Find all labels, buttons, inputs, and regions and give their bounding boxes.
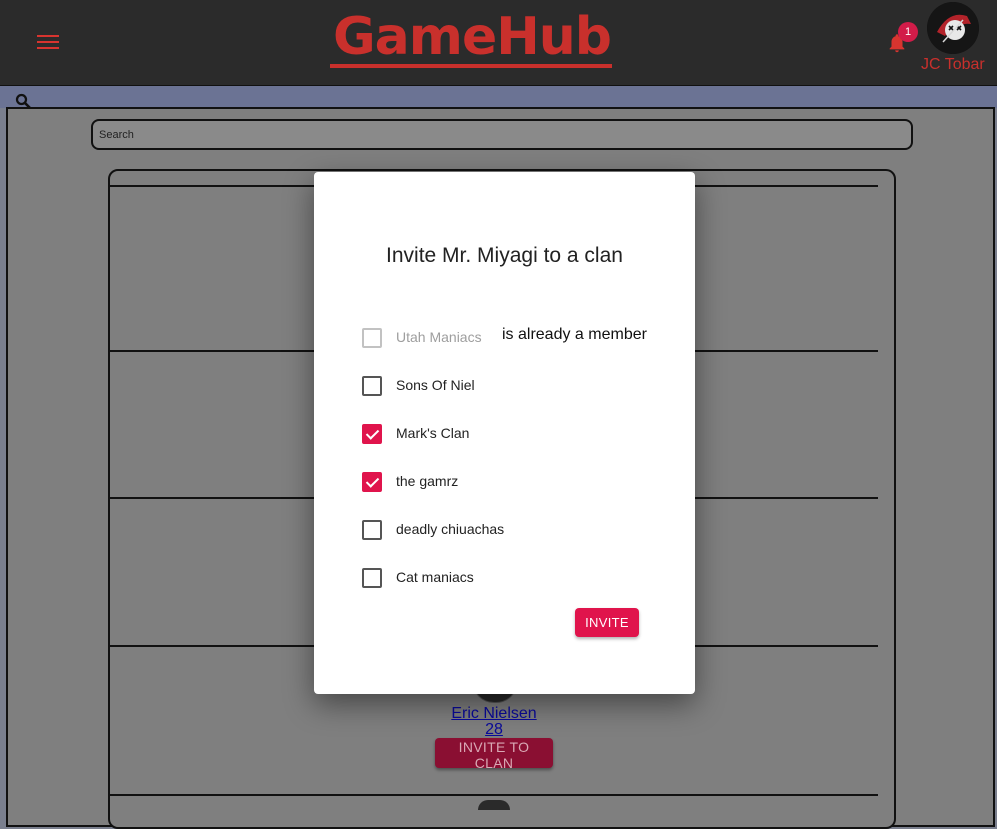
checkbox[interactable]: [362, 424, 382, 444]
invite-dialog: Invite Mr. Miyagi to a clan Utah Maniacs…: [314, 172, 695, 694]
member-note: is already a member: [502, 326, 647, 343]
avatar-image: [927, 2, 979, 54]
checkbox: [362, 328, 382, 348]
clan-option-label: Mark's Clan: [396, 425, 470, 441]
search-bar-strip: [0, 86, 997, 108]
user-avatar: [478, 800, 510, 810]
avatar[interactable]: [927, 2, 979, 54]
logo-underline: [330, 64, 612, 68]
checkbox[interactable]: [362, 568, 382, 588]
dialog-title: Invite Mr. Miyagi to a clan: [386, 244, 623, 267]
clan-option-label: the gamrz: [396, 473, 459, 489]
notification-badge: 1: [898, 22, 918, 42]
search-input[interactable]: [91, 119, 913, 150]
user-age: 28: [485, 721, 503, 738]
username[interactable]: JC Tobar: [921, 56, 985, 74]
checkbox[interactable]: [362, 472, 382, 492]
invite-button[interactable]: INVITE: [575, 608, 639, 637]
clan-option-label: deadly chiuachas: [396, 521, 505, 537]
clan-option-label: Utah Maniacs: [396, 329, 482, 345]
checkbox[interactable]: [362, 376, 382, 396]
checkbox[interactable]: [362, 520, 382, 540]
invite-to-clan-button[interactable]: INVITE TO CLAN: [435, 738, 553, 771]
clan-option-label: Cat maniacs: [396, 569, 474, 585]
menu-icon[interactable]: [37, 35, 59, 51]
app-header: GameHub 1 JC Tobar: [0, 0, 997, 86]
row-divider: [110, 794, 878, 796]
clan-option-label: Sons Of Niel: [396, 377, 475, 393]
logo-text: GameHub: [333, 7, 612, 67]
logo[interactable]: GameHub: [330, 8, 614, 70]
